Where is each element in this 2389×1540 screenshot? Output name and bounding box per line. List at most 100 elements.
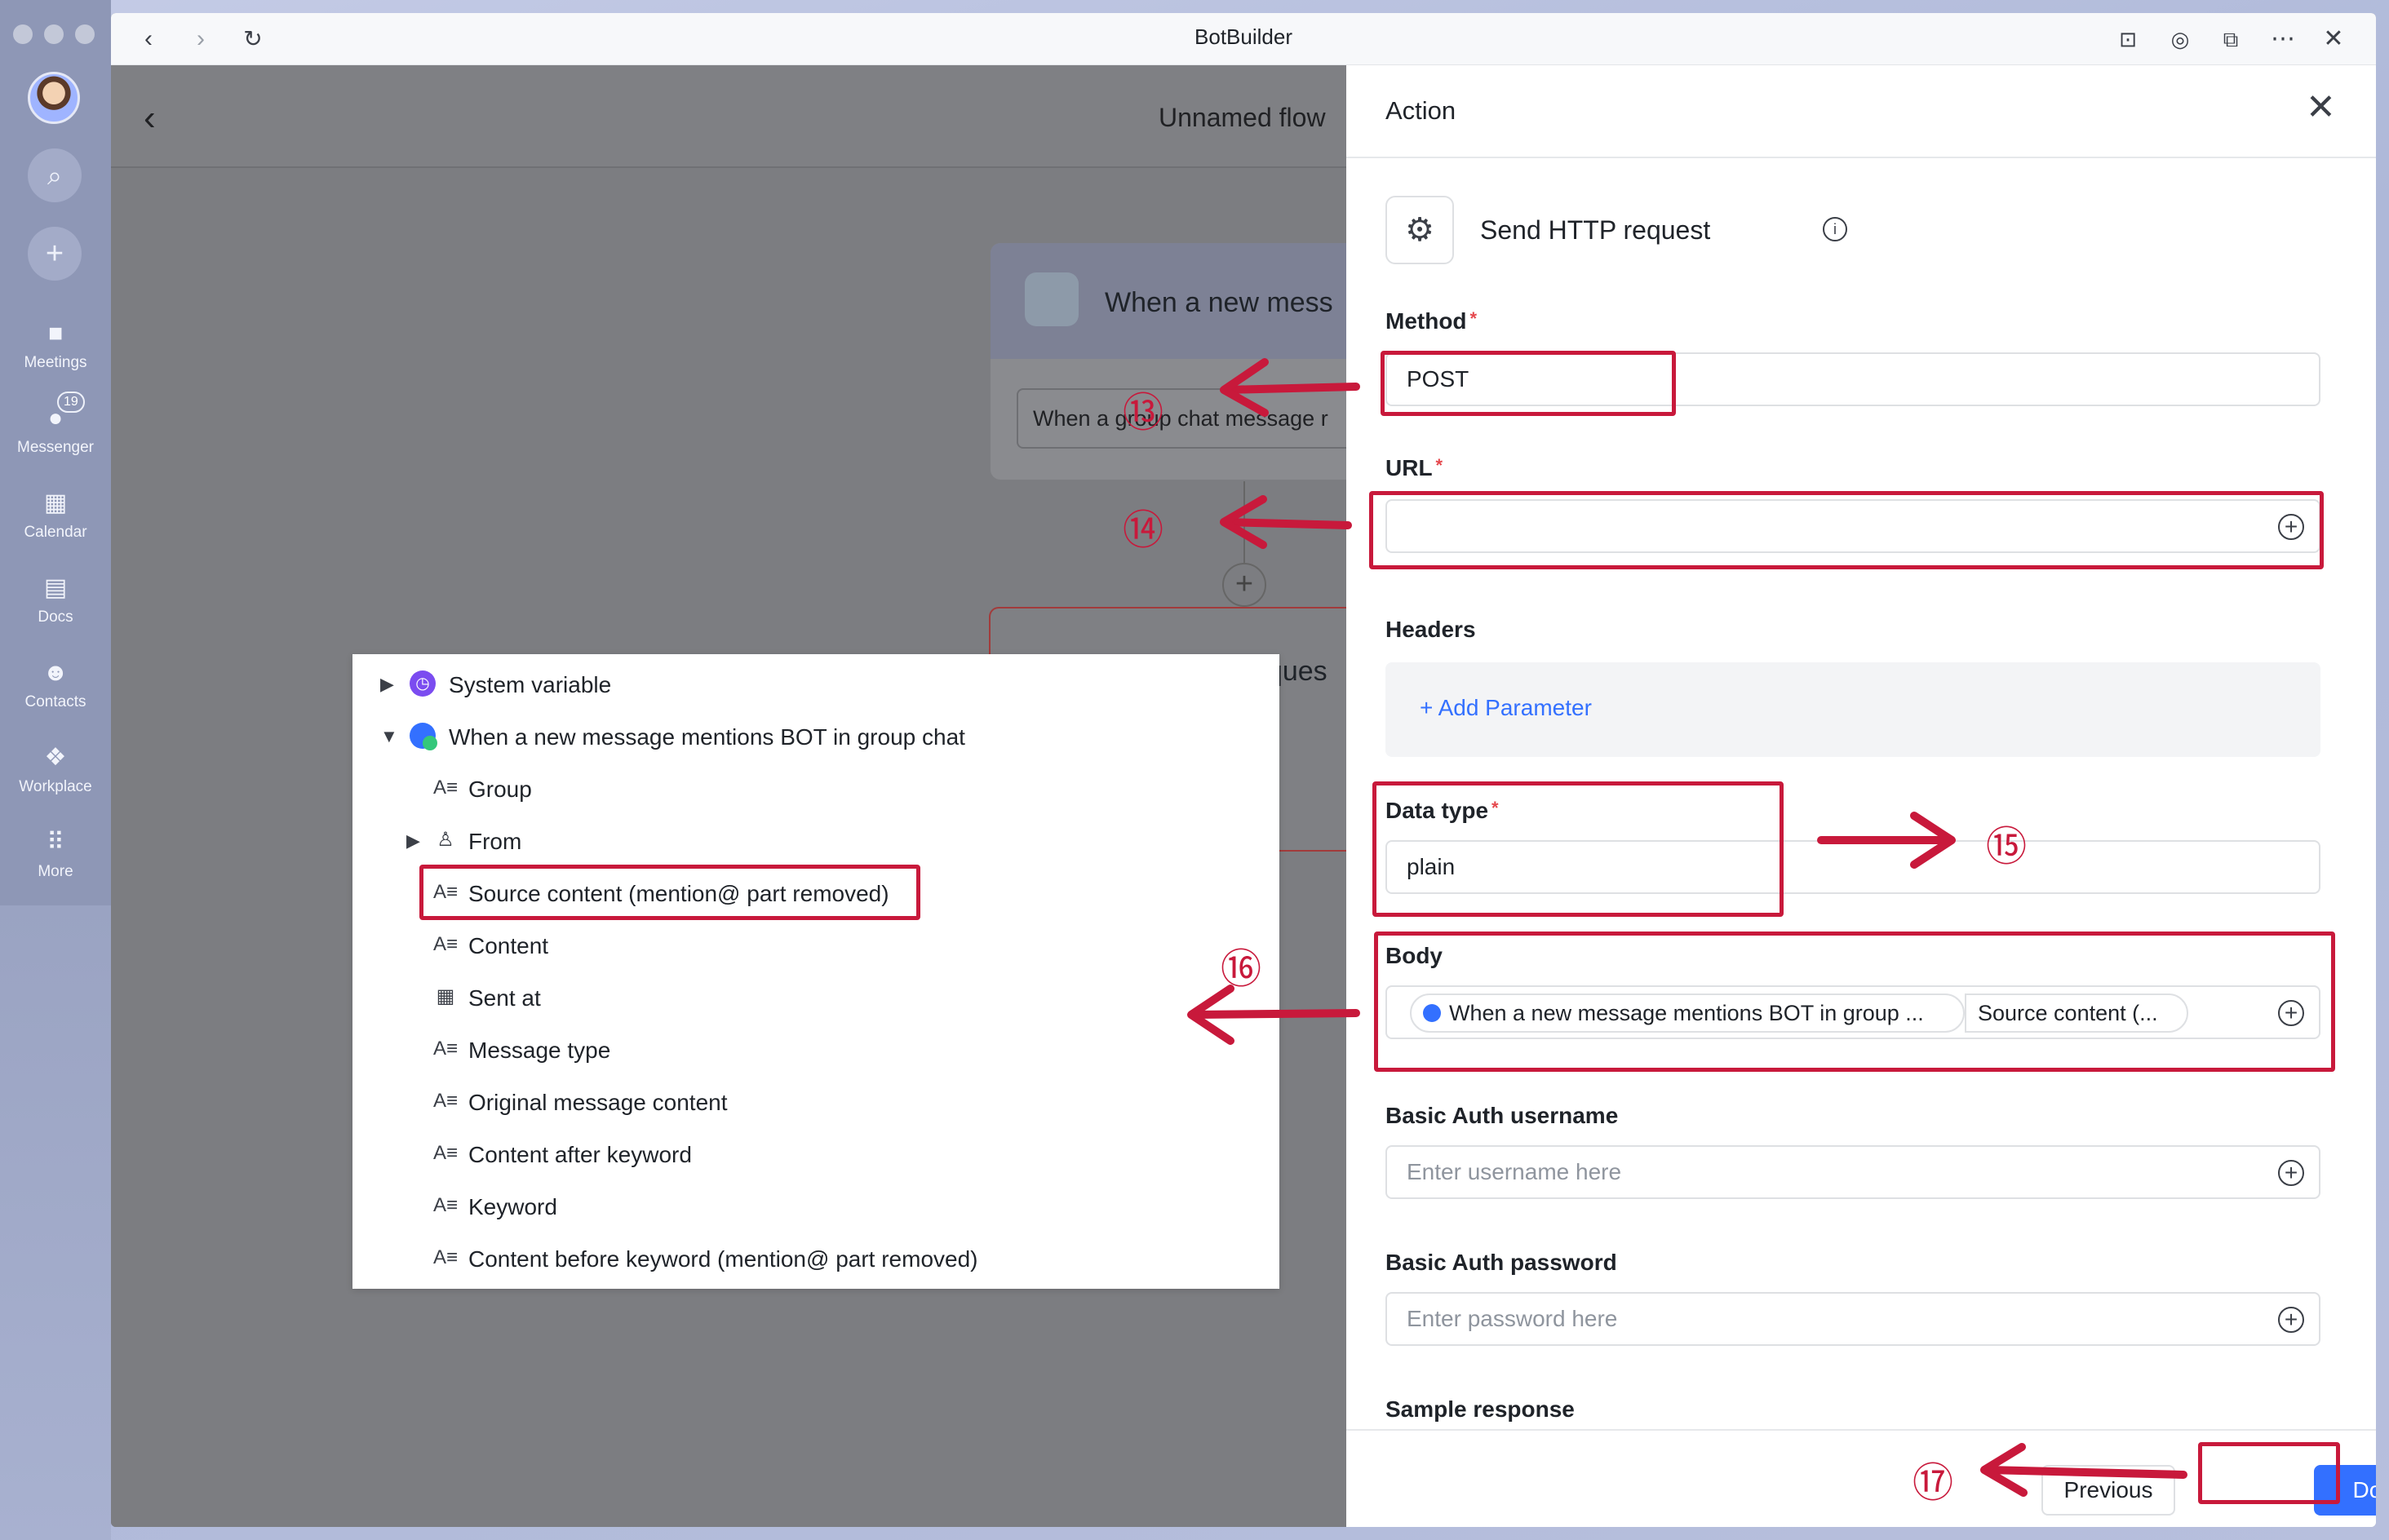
group-chat-icon [410, 723, 437, 750]
contacts-icon: ☻ [42, 659, 69, 686]
tree-item-message-type[interactable]: A≡ Message type [352, 1024, 1279, 1077]
expand-caret-icon[interactable]: ▶ [406, 830, 420, 852]
expand-caret-icon[interactable]: ▶ [380, 674, 394, 695]
rail-item-label: Messenger [17, 439, 94, 456]
rail-item-contacts[interactable]: ☻ Contacts [0, 659, 111, 711]
rail-item-messenger[interactable]: ● 19 Messenger [0, 392, 111, 457]
tree-item-keyword[interactable]: A≡ Keyword [352, 1181, 1279, 1233]
chip-text: When a new message mentions BOT in group… [1449, 1001, 1924, 1025]
method-label-text: Method [1385, 308, 1467, 334]
system-variable-icon: ◷ [410, 670, 436, 697]
tree-item-source-content[interactable]: A≡ Source content (mention@ part removed… [352, 868, 1279, 920]
rail-item-label: Docs [38, 608, 73, 626]
text-field-icon: A≡ [432, 881, 458, 903]
insert-variable-icon[interactable]: + [2278, 1000, 2304, 1026]
tree-item-system-variable[interactable]: ▶ ◷ System variable [352, 659, 1279, 711]
rail-item-meetings[interactable]: ■ Meetings [0, 320, 111, 372]
tree-item-label: Original message content [468, 1090, 728, 1115]
body-label: Body [1385, 943, 1443, 968]
step-16-callout: ⑯ [1221, 945, 1261, 993]
tree-item-label: System variable [449, 672, 612, 697]
split-window-icon[interactable]: ⧉ [2213, 21, 2249, 57]
canvas-header: ‹ Unnamed flow [111, 65, 1346, 168]
method-select[interactable]: POST [1385, 352, 2320, 406]
tree-item-from[interactable]: ▶ ♙ From [352, 816, 1279, 868]
tree-item-content[interactable]: A≡ Content [352, 920, 1279, 972]
rail-item-workplace[interactable]: ❖ Workplace [0, 744, 111, 796]
window-close-dot[interactable] [13, 24, 33, 44]
more-options-icon[interactable]: ⋯ [2265, 21, 2301, 57]
webhook-icon: ⚙ [1385, 196, 1454, 264]
basic-auth-username-input[interactable]: Enter username here + [1385, 1145, 2320, 1199]
sample-response-label: Sample response [1385, 1396, 1575, 1422]
step-13-callout: ⑬ [1123, 389, 1163, 436]
collapse-caret-icon[interactable]: ▼ [380, 726, 398, 747]
back-icon[interactable]: ‹ [144, 98, 156, 139]
tree-item-label: Group [468, 777, 532, 802]
url-input[interactable]: + [1385, 499, 2320, 553]
step-15-callout: ⑮ [1986, 823, 2027, 870]
video-icon: ■ [47, 320, 64, 347]
close-window-icon[interactable]: ✕ [2316, 21, 2351, 57]
previous-button[interactable]: Previous [2041, 1465, 2175, 1516]
data-type-label-text: Data type [1385, 798, 1489, 823]
insert-variable-icon[interactable]: + [2278, 1307, 2304, 1333]
rail-item-label: Workplace [19, 778, 92, 795]
text-field-icon: A≡ [432, 1038, 458, 1060]
insert-variable-icon[interactable]: + [2278, 514, 2304, 540]
compass-icon[interactable]: ◎ [2162, 21, 2198, 57]
tree-item-label: From [468, 829, 522, 854]
drawer-header: Action ✕ [1346, 65, 2376, 158]
tree-item-trigger[interactable]: ▼ When a new message mentions BOT in gro… [352, 711, 1279, 763]
done-button[interactable]: Done [2314, 1465, 2376, 1516]
add-step-icon[interactable]: + [1222, 563, 1266, 607]
trigger-card[interactable]: When a new mess When a group chat messag… [991, 243, 1359, 480]
tree-item-content-before-keyword[interactable]: A≡ Content before keyword (mention@ part… [352, 1233, 1279, 1286]
window-minimize-dot[interactable] [44, 24, 64, 44]
rail-item-calendar[interactable]: ▦ Calendar [0, 489, 111, 542]
rail-item-label: Contacts [24, 693, 86, 710]
username-placeholder: Enter username here [1407, 1159, 1622, 1184]
close-icon[interactable]: ✕ [2306, 86, 2336, 128]
rail-item-label: Calendar [24, 524, 87, 541]
body-variable-chip-source[interactable]: When a new message mentions BOT in group… [1410, 993, 1965, 1033]
url-label-text: URL [1385, 455, 1433, 480]
text-field-icon: A≡ [432, 777, 458, 799]
doc-icon: ▤ [43, 574, 68, 601]
basic-auth-password-input[interactable]: Enter password here + [1385, 1292, 2320, 1346]
url-label: URL * [1385, 455, 1443, 481]
rail-item-docs[interactable]: ▤ Docs [0, 574, 111, 626]
tree-item-label: Message type [468, 1038, 611, 1063]
tree-item-original-message-content[interactable]: A≡ Original message content [352, 1077, 1279, 1129]
insert-variable-icon[interactable]: + [2278, 1160, 2304, 1186]
body-input[interactable]: When a new message mentions BOT in group… [1385, 985, 2320, 1039]
add-icon[interactable]: + [28, 227, 82, 281]
required-mark: * [1491, 798, 1499, 818]
calendar-icon: ▦ [43, 489, 68, 516]
rail-item-more[interactable]: ⠿ More [0, 829, 111, 881]
bot-icon[interactable]: ⊡ [2110, 21, 2146, 57]
text-field-icon: A≡ [432, 1194, 458, 1216]
trigger-title: When a new mess [1105, 287, 1333, 318]
data-type-select[interactable]: plain [1385, 840, 2320, 894]
password-placeholder: Enter password here [1407, 1306, 1618, 1331]
tree-item-label: Keyword [468, 1194, 557, 1219]
text-field-icon: A≡ [432, 1142, 458, 1164]
search-icon[interactable]: ⌕ [28, 148, 82, 202]
info-icon[interactable]: i [1823, 217, 1847, 241]
add-parameter-button[interactable]: + Add Parameter [1420, 695, 1592, 721]
service-name: Send HTTP request [1480, 215, 1711, 245]
tree-item-label: Sent at [468, 985, 541, 1011]
tree-item-sent-at[interactable]: ▦ Sent at [352, 972, 1279, 1024]
tree-item-group[interactable]: A≡ Group [352, 763, 1279, 816]
tree-item-label: Source content (mention@ part removed) [468, 881, 889, 906]
body-variable-chip-field[interactable]: Source content (... [1965, 993, 2188, 1033]
method-value: POST [1407, 366, 1469, 392]
avatar[interactable] [28, 72, 80, 124]
window-zoom-dot[interactable] [75, 24, 95, 44]
action-drawer: Action ✕ ⚙ Send HTTP request i Method * P… [1346, 65, 2376, 1527]
tree-item-content-after-keyword[interactable]: A≡ Content after keyword [352, 1129, 1279, 1181]
trigger-subtitle: When a group chat message r [1017, 388, 1359, 449]
title-bar: ‹ › ↻ BotBuilder ⊡ ◎ ⧉ ⋯ ✕ [111, 13, 2376, 65]
data-type-label: Data type * [1385, 798, 1499, 824]
